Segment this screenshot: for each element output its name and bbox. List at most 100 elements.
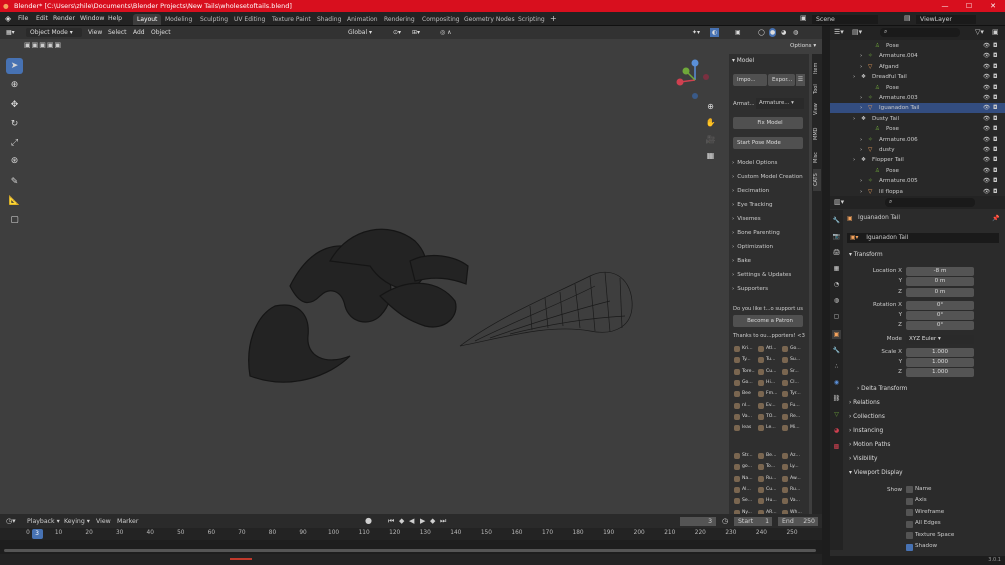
close-button[interactable]: ✕	[981, 0, 1005, 12]
menu-view[interactable]: View	[96, 518, 111, 525]
expand-chevron-icon[interactable]: ›	[860, 103, 862, 113]
perspective-toggle-icon[interactable]: ▦	[704, 149, 717, 162]
display-mode-icon[interactable]: ▤▾	[852, 28, 862, 36]
outliner-item-name[interactable]: Armature.006	[879, 135, 918, 145]
transform-panel-header[interactable]: ▾ Transform	[849, 252, 883, 258]
section-visemes[interactable]: Visemes	[732, 216, 760, 222]
rotate-tool-icon[interactable]: ↻	[6, 116, 23, 132]
supporter-entry[interactable]: Cu...	[757, 485, 779, 495]
expand-chevron-icon[interactable]: ›	[860, 51, 862, 61]
tab-rendering[interactable]: Rendering	[380, 14, 419, 25]
render-camera-icon[interactable]: ◘	[993, 114, 997, 124]
new-collection-icon[interactable]: ▣	[992, 28, 999, 36]
scale-tool-icon[interactable]: ⤢	[6, 135, 23, 151]
outliner-row[interactable]: › ✧ Armature.004 👁 ◘	[830, 51, 1005, 61]
menu-help[interactable]: Help	[108, 15, 122, 22]
visibility-eye-icon[interactable]: 👁	[983, 103, 990, 113]
datablock-type-icon[interactable]: ▣▾	[850, 235, 858, 241]
visibility-eye-icon[interactable]: 👁	[983, 114, 990, 124]
supporter-entry[interactable]: Sr...	[781, 367, 803, 377]
tab-cats[interactable]: CATS	[813, 169, 821, 191]
tab-scripting[interactable]: Scripting	[514, 14, 549, 25]
visibility-eye-icon[interactable]: 👁	[983, 83, 990, 93]
minimize-button[interactable]: —	[933, 0, 957, 12]
become-patron-button[interactable]: Become a Patron	[733, 315, 803, 327]
material-tab-icon[interactable]: ◕	[832, 426, 841, 435]
measure-tool-icon[interactable]: 📐	[6, 193, 23, 209]
proportional-edit-icon[interactable]: ◎ ∧	[440, 28, 452, 37]
outliner-type-icon[interactable]: ☰▾	[834, 28, 844, 36]
render-camera-icon[interactable]: ◘	[993, 145, 997, 155]
constraints-tab-icon[interactable]: ⛓	[832, 394, 841, 403]
start-pose-mode-button[interactable]: Start Pose Mode	[733, 137, 803, 149]
zoom-icon[interactable]: ⊕	[704, 100, 717, 113]
tab-view[interactable]: View	[813, 100, 821, 118]
supporter-entry[interactable]: Kri...	[733, 344, 755, 354]
visibility-eye-icon[interactable]: 👁	[983, 51, 990, 61]
visibility-eye-icon[interactable]: 👁	[983, 166, 990, 176]
dusty-tail-wireframe[interactable]	[459, 271, 633, 347]
rotation-z-field[interactable]: 0°	[906, 321, 974, 330]
tool-tab-icon[interactable]: 🔧	[832, 216, 841, 225]
motion-paths-header[interactable]: › Motion Paths	[849, 442, 890, 448]
menu-marker[interactable]: Marker	[117, 518, 138, 525]
visibility-eye-icon[interactable]: 👁	[983, 176, 990, 186]
scale-y-field[interactable]: 1.000	[906, 358, 974, 367]
navigation-gizmo[interactable]	[674, 59, 716, 101]
rotation-x-field[interactable]: 0°	[906, 301, 974, 310]
section-custom-model-creation[interactable]: Custom Model Creation	[732, 174, 802, 180]
supporter-entry[interactable]: Cu...	[757, 367, 779, 377]
outliner-row[interactable]: ♙ Pose 👁 ◘	[830, 166, 1005, 176]
supporter-entry[interactable]: leas	[733, 423, 755, 433]
maximize-button[interactable]: ☐	[957, 0, 981, 12]
supporter-entry[interactable]: Az...	[781, 451, 803, 461]
jump-end-icon[interactable]: ⏭	[440, 517, 446, 526]
outliner-row[interactable]: › ✧ Armature.005 👁 ◘	[830, 176, 1005, 186]
outliner-item-name[interactable]: Dusty Tail	[872, 114, 899, 124]
supporter-entry[interactable]: Na...	[733, 474, 755, 484]
supporter-entry[interactable]: Hi...	[757, 378, 779, 388]
supporter-entry[interactable]: Va...	[733, 412, 755, 422]
section-settings-updates[interactable]: Settings & Updates	[732, 272, 791, 278]
outliner-item-name[interactable]: Pose	[886, 83, 899, 93]
relations-header[interactable]: › Relations	[849, 400, 880, 406]
render-camera-icon[interactable]: ◘	[993, 103, 997, 113]
supporter-entry[interactable]: Tu...	[757, 355, 779, 365]
show-checkbox[interactable]	[906, 486, 913, 493]
render-camera-icon[interactable]: ◘	[993, 135, 997, 145]
outliner-row[interactable]: › ❖ Dusty Tail 👁 ◘	[830, 114, 1005, 124]
location-x-field[interactable]: -8 m	[906, 267, 974, 276]
tab-geometry-nodes[interactable]: Geometry Nodes	[460, 14, 519, 25]
shading-solid-icon[interactable]: ●	[769, 28, 777, 37]
xray-icon[interactable]: ▣	[735, 28, 741, 37]
render-camera-icon[interactable]: ◘	[993, 166, 997, 176]
supporter-entry[interactable]: Atl...	[757, 344, 779, 354]
scale-z-field[interactable]: 1.000	[906, 368, 974, 377]
section-supporters[interactable]: Supporters	[732, 286, 768, 292]
outliner-item-name[interactable]: Armature.004	[879, 51, 918, 61]
show-checkbox[interactable]	[906, 543, 913, 551]
prev-keyframe-icon[interactable]: ◆	[399, 517, 404, 525]
menu-window[interactable]: Window	[80, 15, 104, 22]
render-tab-icon[interactable]: 📷	[832, 232, 841, 241]
current-frame-field[interactable]: 3	[680, 517, 716, 526]
section-decimation[interactable]: Decimation	[732, 188, 769, 194]
supporter-entry[interactable]: Mi...	[781, 423, 803, 433]
show-checkbox[interactable]	[906, 509, 913, 516]
expand-chevron-icon[interactable]: ›	[860, 62, 862, 72]
visibility-header[interactable]: › Visibility	[849, 456, 877, 462]
outliner-item-name[interactable]: Pose	[886, 124, 899, 134]
supporter-entry[interactable]: nl...	[733, 401, 755, 411]
supporter-entry[interactable]: Fu...	[781, 401, 803, 411]
menu-select[interactable]: Select	[108, 28, 127, 37]
snap-icon[interactable]: ⊞▾	[412, 28, 420, 37]
orientation-dropdown[interactable]: Global ▾	[348, 28, 372, 37]
outliner-item-name[interactable]: Afgand	[879, 62, 899, 72]
supporter-entry[interactable]: Va...	[781, 496, 803, 506]
visibility-eye-icon[interactable]: 👁	[983, 62, 990, 72]
model-panel-header[interactable]: ▾ Model	[732, 58, 754, 64]
supporter-entry[interactable]: Str...	[733, 451, 755, 461]
render-camera-icon[interactable]: ◘	[993, 155, 997, 165]
section-eye-tracking[interactable]: Eye Tracking	[732, 202, 772, 208]
visibility-eye-icon[interactable]: 👁	[983, 135, 990, 145]
